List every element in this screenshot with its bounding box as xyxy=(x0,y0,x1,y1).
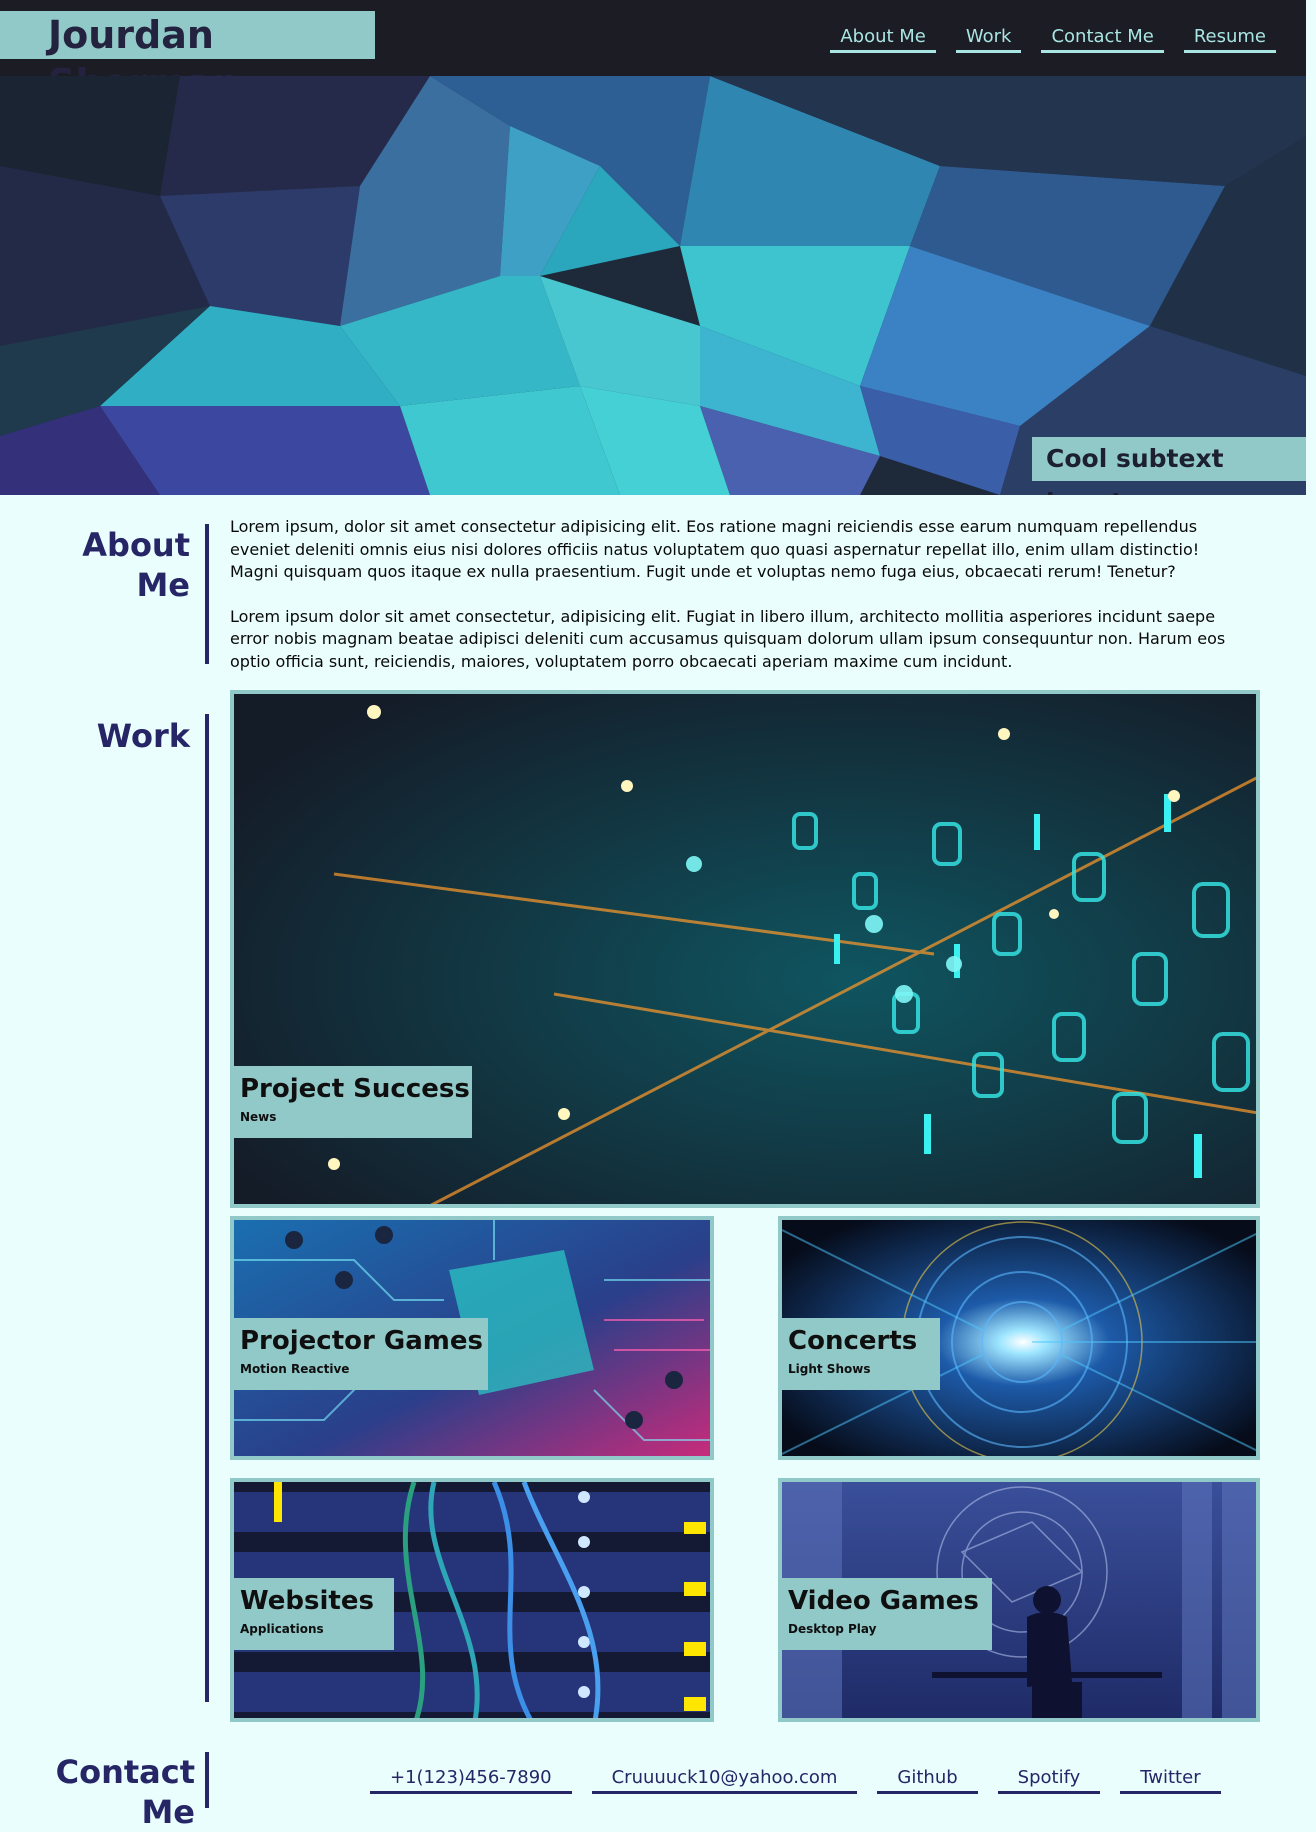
project-title: Projector Games xyxy=(240,1326,483,1356)
site-title[interactable]: Jourdan Sherman xyxy=(0,11,375,105)
about-body: Lorem ipsum, dolor sit amet consectetur … xyxy=(230,516,1250,695)
about-heading-line2: Me xyxy=(136,566,190,604)
nav-link-resume[interactable]: Resume xyxy=(1183,26,1276,53)
project-card-video-games[interactable]: Video Games Desktop Play xyxy=(778,1478,1260,1722)
hero-lowpoly-image xyxy=(0,76,1306,495)
nav-link-about[interactable]: About Me xyxy=(830,26,936,53)
contact-links: +1(123)456-7890 Cruuuuck10@yahoo.com Git… xyxy=(370,1767,1221,1794)
work-divider xyxy=(205,714,209,1702)
project-title: Websites xyxy=(240,1586,374,1616)
nav-link-contact[interactable]: Contact Me xyxy=(1041,26,1164,53)
project-caption: Concerts Light Shows xyxy=(782,1318,940,1390)
project-caption: Video Games Desktop Play xyxy=(782,1578,992,1650)
about-heading-line1: About xyxy=(82,526,190,564)
about-divider xyxy=(205,524,209,664)
project-title: Concerts xyxy=(788,1326,918,1356)
contact-phone-link[interactable]: +1(123)456-7890 xyxy=(370,1767,572,1794)
about-paragraph: Lorem ipsum, dolor sit amet consectetur … xyxy=(230,517,1200,581)
contact-twitter-link[interactable]: Twitter xyxy=(1120,1767,1221,1794)
contact-heading: Contact Me xyxy=(55,1753,195,1831)
hero-subtext: Cool subtext here! xyxy=(1032,437,1306,495)
contact-github-link[interactable]: Github xyxy=(877,1767,978,1794)
contact-email-link[interactable]: Cruuuuck10@yahoo.com xyxy=(591,1767,858,1794)
contact-spotify-link[interactable]: Spotify xyxy=(997,1767,1101,1794)
project-subtitle: Light Shows xyxy=(788,1362,871,1376)
project-caption: Websites Applications xyxy=(234,1578,394,1650)
about-heading: About Me xyxy=(60,525,190,605)
contact-divider xyxy=(205,1752,209,1808)
project-title: Project Success xyxy=(240,1074,470,1104)
work-heading: Work xyxy=(96,717,190,755)
main-nav: About Me Work Contact Me Resume xyxy=(830,26,1276,53)
project-card-projector-games[interactable]: Projector Games Motion Reactive xyxy=(230,1216,714,1460)
hero-banner: Cool subtext here! xyxy=(0,76,1306,495)
nav-link-work[interactable]: Work xyxy=(955,26,1022,53)
about-paragraph: Lorem ipsum dolor sit amet consectetur, … xyxy=(230,606,1226,671)
project-card-websites[interactable]: Websites Applications xyxy=(230,1478,714,1722)
project-card-concerts[interactable]: Concerts Light Shows xyxy=(778,1216,1260,1460)
project-subtitle: Desktop Play xyxy=(788,1622,877,1636)
top-navbar: Jourdan Sherman About Me Work Contact Me… xyxy=(0,0,1306,105)
project-subtitle: Motion Reactive xyxy=(240,1362,350,1376)
project-title: Video Games xyxy=(788,1586,979,1616)
project-caption: Projector Games Motion Reactive xyxy=(234,1318,488,1390)
project-subtitle: News xyxy=(240,1110,277,1124)
project-caption: Project Success News xyxy=(234,1066,472,1138)
project-subtitle: Applications xyxy=(240,1622,324,1636)
project-card-featured[interactable]: Project Success News xyxy=(230,690,1260,1208)
